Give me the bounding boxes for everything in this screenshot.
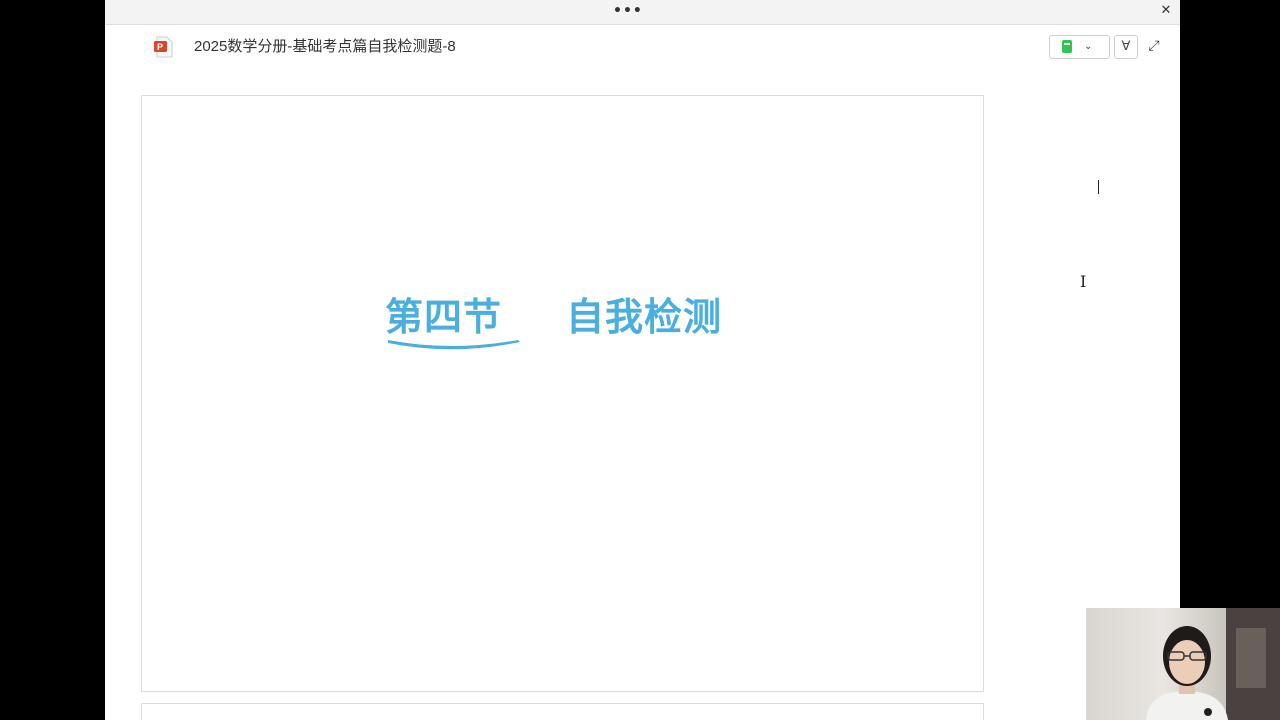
chevron-down-icon: ⌄ <box>1084 41 1093 52</box>
close-button[interactable]: ✕ <box>1157 2 1175 20</box>
slide-page: 第四节 自我检测 <box>141 95 984 692</box>
ppt-file-icon: P <box>154 36 174 58</box>
green-notebook-icon <box>1062 40 1072 53</box>
heading-underline-swoosh <box>388 340 520 350</box>
section-title-heading: 自我检测 <box>566 294 723 339</box>
svg-text:P: P <box>157 42 163 52</box>
notebook-dropdown-button[interactable]: ⌄ <box>1049 35 1110 59</box>
filter-icon[interactable]: ∀ <box>1114 35 1138 59</box>
text-caret <box>1098 180 1099 194</box>
presenter-webcam-feed <box>1086 608 1280 720</box>
next-slide-page <box>141 703 984 720</box>
text-cursor-icon: I <box>1080 272 1087 291</box>
expand-icon[interactable]: ⤢ <box>1144 36 1164 56</box>
more-options-button[interactable]: ••• <box>613 2 642 20</box>
section-number-heading: 第四节 <box>385 294 503 339</box>
document-viewer-window: ••• ✕ P 2025数学分册-基础考点篇自我检测题-8 ⌄ ∀ ⤢ 第四节 … <box>105 0 1180 720</box>
window-title-bar: ••• ✕ <box>105 0 1180 25</box>
document-title: 2025数学分册-基础考点篇自我检测题-8 <box>194 38 456 55</box>
